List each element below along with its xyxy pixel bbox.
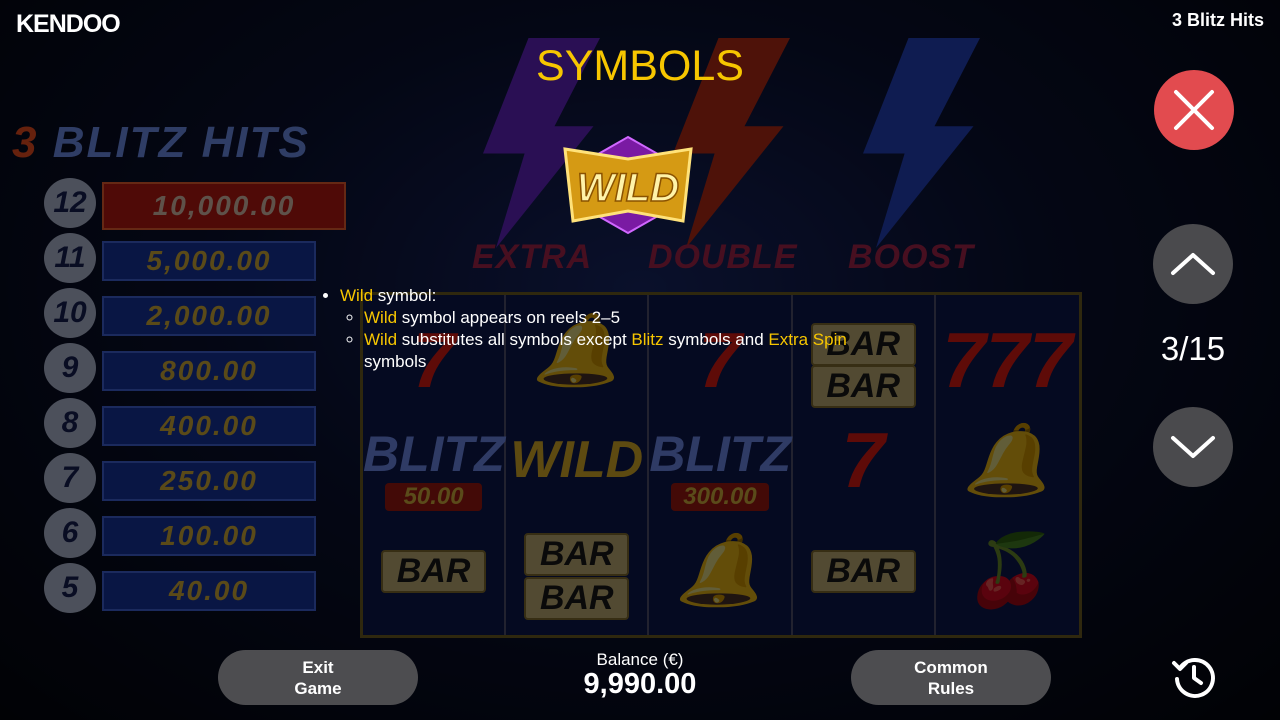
- game-title: 3 Blitz Hits: [1171, 10, 1264, 30]
- common-rules-label: Common Rules: [914, 657, 988, 699]
- paytable-amount: 40.00: [102, 571, 316, 611]
- rule-text: symbols and: [663, 330, 769, 349]
- rule-item-main: Wild symbol: Wild symbol appears on reel…: [340, 285, 910, 373]
- seven-symbol: 7: [841, 416, 885, 504]
- reel-5: 777 🔔 🍒: [936, 295, 1079, 635]
- rule-highlight: Wild: [364, 330, 398, 349]
- feature-label-extra: EXTRA: [472, 238, 593, 276]
- balance-value: 9,990.00: [583, 668, 697, 700]
- rule-highlight: Extra Spin: [768, 330, 847, 349]
- paytable-amount: 100.00: [102, 516, 316, 556]
- paytable-count: 7: [44, 453, 96, 503]
- rules-list: Wild symbol: Wild symbol appears on reel…: [320, 285, 910, 373]
- common-rules-label-line1: Common: [914, 657, 988, 677]
- history-icon[interactable]: [1171, 654, 1217, 700]
- rule-subitem-reels: Wild symbol appears on reels 2–5: [364, 307, 910, 329]
- paytable-count: 5: [44, 563, 96, 613]
- paytable-amount: 5,000.00: [102, 241, 316, 281]
- paytable-row: 8 400.00: [14, 398, 344, 453]
- background-game-logo: 3 BLITZ HITS: [12, 118, 310, 168]
- paytable-row: 5 40.00: [14, 563, 344, 618]
- rule-highlight: Wild: [340, 286, 374, 305]
- rule-subitem-substitutes: Wild substitutes all symbols except Blit…: [364, 329, 910, 373]
- wild-badge-text: WILD: [577, 166, 679, 210]
- cherry-symbol: 🍒: [963, 531, 1051, 609]
- wild-symbol-icon: WILD: [563, 135, 693, 235]
- rule-text: substitutes all symbols except: [397, 330, 632, 349]
- wild-reel-symbol: WILD: [510, 431, 644, 489]
- brand-logo: KENDOO: [16, 10, 121, 38]
- rule-text: symbol appears on reels 2–5: [397, 308, 621, 327]
- background-paytable: 12 10,000.00 11 5,000.00 10 2,000.00 9 8…: [14, 178, 346, 618]
- exit-game-label-line2: Game: [294, 678, 342, 698]
- logo-number: 3: [12, 118, 39, 167]
- rules-text: Wild symbol: Wild symbol appears on reel…: [320, 285, 910, 373]
- paytable-count: 8: [44, 398, 96, 448]
- paytable-amount: 2,000.00: [102, 296, 316, 336]
- close-button[interactable]: [1154, 70, 1234, 150]
- close-icon: [1174, 90, 1214, 130]
- triple-seven-symbol: 777: [942, 316, 1073, 404]
- chevron-down-icon: [1171, 436, 1215, 458]
- paytable-amount: 800.00: [102, 351, 316, 391]
- rule-highlight: Wild: [364, 308, 398, 327]
- feature-label-double: DOUBLE: [648, 238, 798, 276]
- paytable-count: 11: [44, 233, 96, 283]
- paytable-row: 6 100.00: [14, 508, 344, 563]
- paytable-amount: 10,000.00: [102, 182, 346, 230]
- paytable-count: 10: [44, 288, 96, 338]
- rules-sublist: Wild symbol appears on reels 2–5 Wild su…: [340, 307, 910, 373]
- page-title: SYMBOLS: [536, 42, 744, 90]
- logo-word: BLITZ HITS: [52, 118, 310, 167]
- bar-symbol: BAR: [524, 577, 630, 620]
- next-page-button[interactable]: [1153, 407, 1233, 487]
- paytable-row: 11 5,000.00: [14, 233, 344, 288]
- page-counter: 3/15: [1160, 330, 1226, 367]
- bar-symbol: BAR: [810, 550, 916, 593]
- blitz-amount: 300.00: [671, 483, 769, 511]
- balance-label: Balance (€): [596, 650, 684, 669]
- paytable-amount: 400.00: [102, 406, 316, 446]
- blitz-symbol: BLITZ: [649, 426, 792, 482]
- chevron-up-icon: [1171, 253, 1215, 275]
- paytable-row: 12 10,000.00: [14, 178, 346, 233]
- paytable-row: 9 800.00: [14, 343, 344, 398]
- paytable-count: 6: [44, 508, 96, 558]
- feature-label-boost: BOOST: [848, 238, 974, 276]
- blitz-amount: 50.00: [385, 483, 483, 511]
- exit-game-button[interactable]: Exit Game: [218, 650, 418, 705]
- rule-highlight: Blitz: [631, 330, 664, 349]
- paytable-row: 7 250.00: [14, 453, 344, 508]
- blitz-symbol: BLITZ: [363, 426, 505, 482]
- paytable-amount: 250.00: [102, 461, 316, 501]
- previous-page-button[interactable]: [1153, 224, 1233, 304]
- exit-game-label: Exit Game: [294, 657, 341, 699]
- rule-text: symbol:: [373, 286, 437, 305]
- common-rules-label-line2: Rules: [927, 678, 975, 698]
- bell-symbol: 🔔: [676, 531, 764, 609]
- common-rules-button[interactable]: Common Rules: [851, 650, 1051, 705]
- paytable-count: 12: [44, 178, 96, 228]
- paytable-count: 9: [44, 343, 96, 393]
- exit-game-label-line1: Exit: [302, 657, 334, 677]
- paytable-row: 10 2,000.00: [14, 288, 344, 343]
- rule-text: symbols: [364, 352, 427, 371]
- bar-symbol: BAR: [381, 550, 487, 593]
- bell-symbol: 🔔: [963, 421, 1051, 499]
- bar-symbol: BAR: [524, 533, 630, 576]
